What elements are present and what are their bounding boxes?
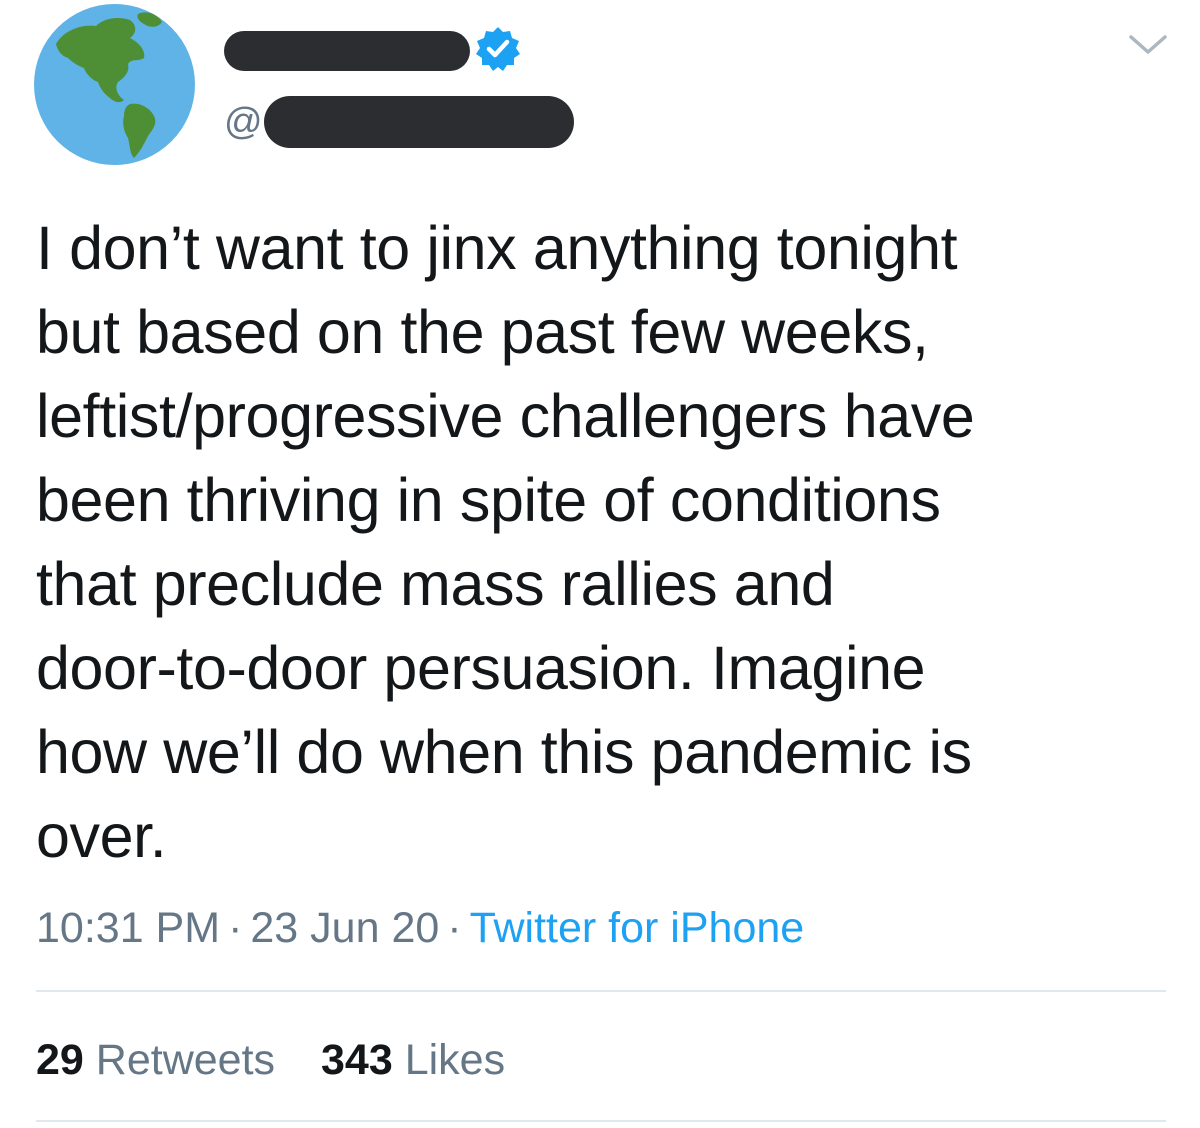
retweets-label: Retweets [95, 1036, 276, 1084]
globe-americas-icon [34, 4, 195, 165]
retweets-count: 29 [36, 1036, 84, 1084]
engagement-stats: 29 Retweets 343 Likes [36, 1032, 539, 1088]
tweet-source-link[interactable]: Twitter for iPhone [470, 904, 805, 952]
divider [36, 1120, 1166, 1122]
avatar[interactable] [34, 4, 195, 165]
tweet-date: 23 Jun 20 [250, 904, 440, 952]
likes-label: Likes [404, 1036, 506, 1084]
tweet-metadata: 10:31 PM · 23 Jun 20 · Twitter for iPhone [36, 900, 804, 956]
tweet-text: I don’t want to jinx anything tonight bu… [36, 214, 975, 870]
verified-badge-icon [474, 25, 522, 73]
likes-stat[interactable]: 343 Likes [321, 1032, 505, 1088]
meta-separator: · [228, 904, 243, 952]
chevron-down-icon[interactable] [1128, 33, 1168, 57]
divider [36, 990, 1166, 992]
tweet-time: 10:31 PM [36, 904, 221, 952]
tweet-card: @ I don’t want to jinx anything tonight … [0, 0, 1200, 1128]
meta-separator: · [447, 904, 462, 952]
redacted-handle [264, 96, 574, 148]
retweets-stat[interactable]: 29 Retweets [36, 1032, 275, 1088]
likes-count: 343 [321, 1036, 393, 1084]
handle-at-sign: @ [224, 101, 263, 143]
redacted-display-name [224, 31, 470, 71]
